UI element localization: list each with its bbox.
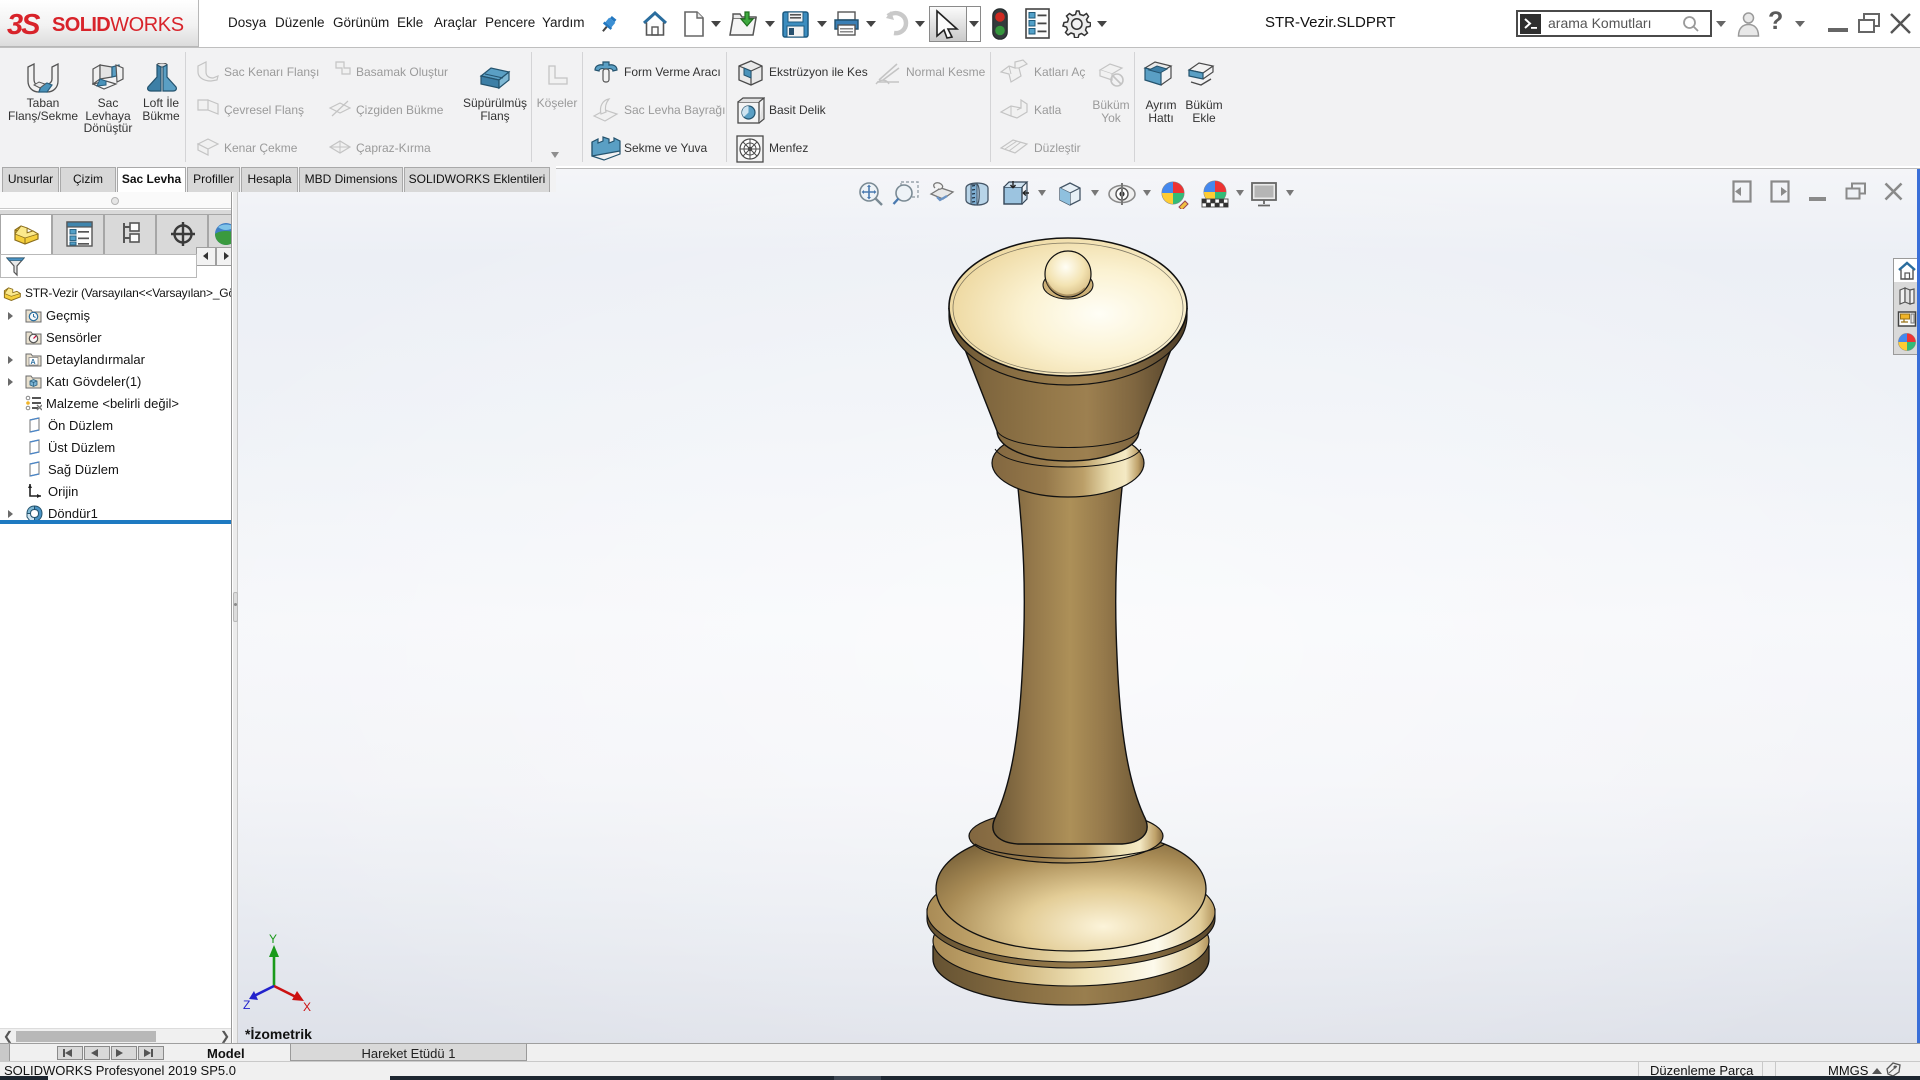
svg-text:X: X xyxy=(303,1000,311,1014)
svg-text:SOLIDWORKS: SOLIDWORKS xyxy=(52,14,184,36)
svg-text:3S: 3S xyxy=(7,9,41,41)
svg-text:Y: Y xyxy=(269,932,277,946)
svg-text:A: A xyxy=(31,359,36,366)
svg-text:*İzometrik: *İzometrik xyxy=(245,1026,312,1042)
svg-text:Z: Z xyxy=(243,998,250,1012)
